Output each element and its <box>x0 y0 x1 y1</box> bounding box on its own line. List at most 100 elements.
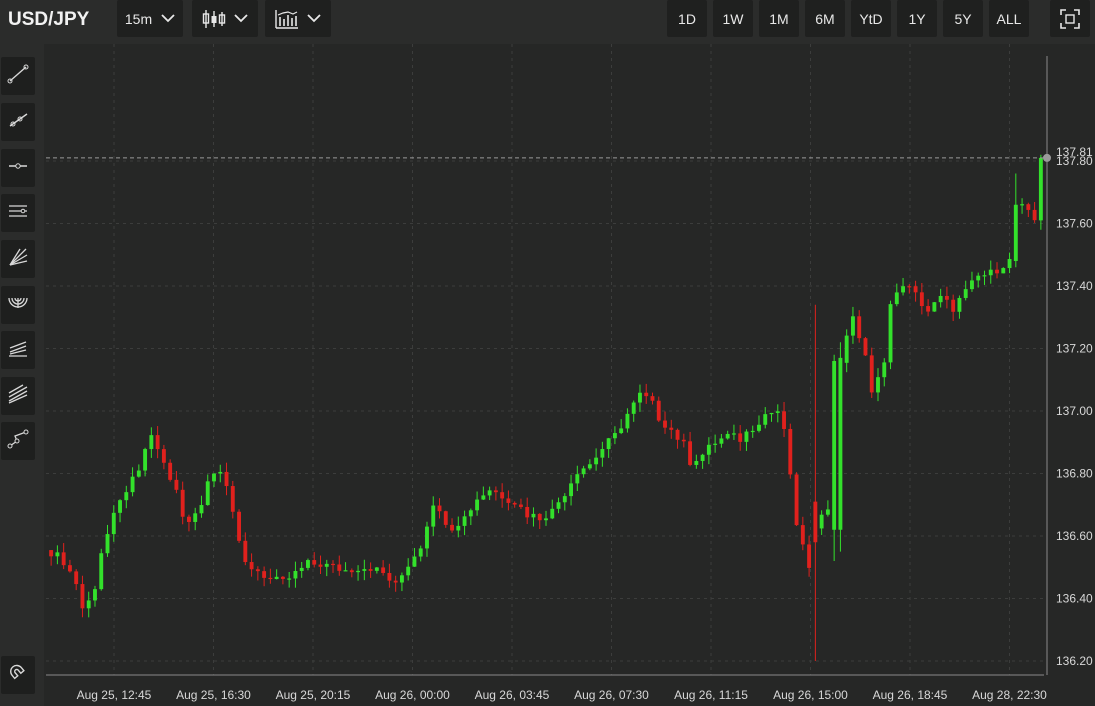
candle-body <box>136 470 141 477</box>
y-tick-label: 137.20 <box>1056 342 1093 356</box>
tool-arc[interactable] <box>1 286 35 324</box>
candle-body <box>487 490 492 496</box>
tool-fibonacci[interactable] <box>1 377 35 415</box>
candle-body <box>324 563 329 567</box>
candle-body <box>807 544 812 568</box>
candle-body <box>199 505 204 514</box>
symbol-title: USD/JPY <box>8 9 90 30</box>
candle-body <box>230 486 235 512</box>
candle-body <box>312 560 317 565</box>
fullscreen-button[interactable] <box>1050 0 1090 37</box>
candle-body <box>926 306 931 312</box>
drawing-tools-sidebar <box>0 44 44 706</box>
indicators-selector[interactable] <box>265 0 331 37</box>
candle-body <box>976 275 981 281</box>
candle-body <box>819 514 824 529</box>
range-ytd-button[interactable]: YtD <box>851 0 891 37</box>
candle-body <box>669 427 674 430</box>
candle-body <box>493 490 498 493</box>
candle-body <box>143 449 148 471</box>
range-1w-button[interactable]: 1W <box>713 0 753 37</box>
candle-body <box>224 471 229 487</box>
candle-body <box>970 280 974 290</box>
candle-body <box>644 392 649 397</box>
candle-body <box>581 468 586 475</box>
x-tick-label: Aug 26, 07:30 <box>574 688 649 702</box>
candle-body <box>168 462 173 480</box>
candlestick-chart[interactable]: 136.20 136.40 136.60 136.80 137.00 137.20 137.… <box>44 44 1095 706</box>
candle-body <box>650 396 655 401</box>
tool-fan[interactable] <box>1 240 35 278</box>
candle-body <box>594 457 599 465</box>
candle-body <box>869 355 874 393</box>
candle-body <box>1026 204 1031 210</box>
tool-pitchfork[interactable] <box>1 331 35 369</box>
range-1m-button[interactable]: 1M <box>759 0 799 37</box>
candle-body <box>731 433 736 435</box>
candle-body <box>187 516 191 522</box>
candle-body <box>118 500 122 513</box>
tool-horizontal-line[interactable] <box>1 149 35 187</box>
x-tick-label: Aug 25, 16:30 <box>176 688 251 702</box>
tool-ray[interactable] <box>1 103 35 141</box>
candle-body <box>794 474 799 526</box>
x-tick-label: Aug 25, 20:15 <box>276 688 351 702</box>
parallel-channel-icon <box>7 200 29 227</box>
candle-body <box>49 550 54 557</box>
interval-value: 15m <box>124 10 153 27</box>
candle-body <box>531 513 536 518</box>
chart-type-selector[interactable] <box>192 0 258 37</box>
candle-body <box>995 269 999 274</box>
arc-icon <box>7 292 29 319</box>
range-all-button[interactable]: ALL <box>989 0 1029 37</box>
candle-body <box>825 509 830 515</box>
candle-body <box>713 443 718 445</box>
candle-body <box>600 449 605 458</box>
y-tick-label: 136.60 <box>1056 529 1093 543</box>
candle-body <box>418 548 423 557</box>
candle-body <box>757 424 761 431</box>
range-1y-button[interactable]: 1Y <box>897 0 937 37</box>
candle-body <box>450 524 454 531</box>
candle-body <box>80 584 85 609</box>
candle-body <box>706 444 711 455</box>
tool-path[interactable] <box>1 422 35 460</box>
range-6m-button[interactable]: 6M <box>805 0 845 37</box>
candle-body <box>519 504 523 507</box>
candle-body <box>719 438 724 444</box>
candle-body <box>512 502 517 505</box>
candle-body <box>769 412 774 415</box>
candle-body <box>631 402 636 414</box>
candle-body <box>800 525 805 545</box>
candle-body <box>694 461 699 465</box>
horizontal-line-icon <box>7 155 29 182</box>
candle-body <box>788 428 793 475</box>
candle-body <box>988 269 993 276</box>
candle-body <box>481 495 486 500</box>
candle-body <box>525 506 530 518</box>
tool-trend-line[interactable] <box>1 57 35 95</box>
range-5y-button[interactable]: 5Y <box>943 0 983 37</box>
candle-body <box>700 454 705 462</box>
candle-body <box>919 292 924 307</box>
candle-body <box>443 511 448 525</box>
candle-body <box>550 508 555 519</box>
candle-body <box>299 567 304 571</box>
candle-body <box>537 513 542 521</box>
candle-body <box>587 464 592 469</box>
candle-body <box>907 286 912 288</box>
interval-selector[interactable]: 15m <box>117 0 183 37</box>
candlestick-icon <box>202 9 226 29</box>
candle-body <box>1013 204 1018 261</box>
candle-body <box>293 570 298 579</box>
candle-body <box>575 474 580 484</box>
candle-body <box>681 439 686 442</box>
chart-background <box>44 44 1095 706</box>
candle-body <box>425 526 429 549</box>
chevron-down-icon <box>307 14 321 23</box>
range-1d-button[interactable]: 1D <box>667 0 707 37</box>
tool-magnet[interactable] <box>1 656 35 694</box>
candle-body <box>362 569 367 571</box>
candle-body <box>738 433 743 442</box>
tool-parallel-channel[interactable] <box>1 194 35 232</box>
